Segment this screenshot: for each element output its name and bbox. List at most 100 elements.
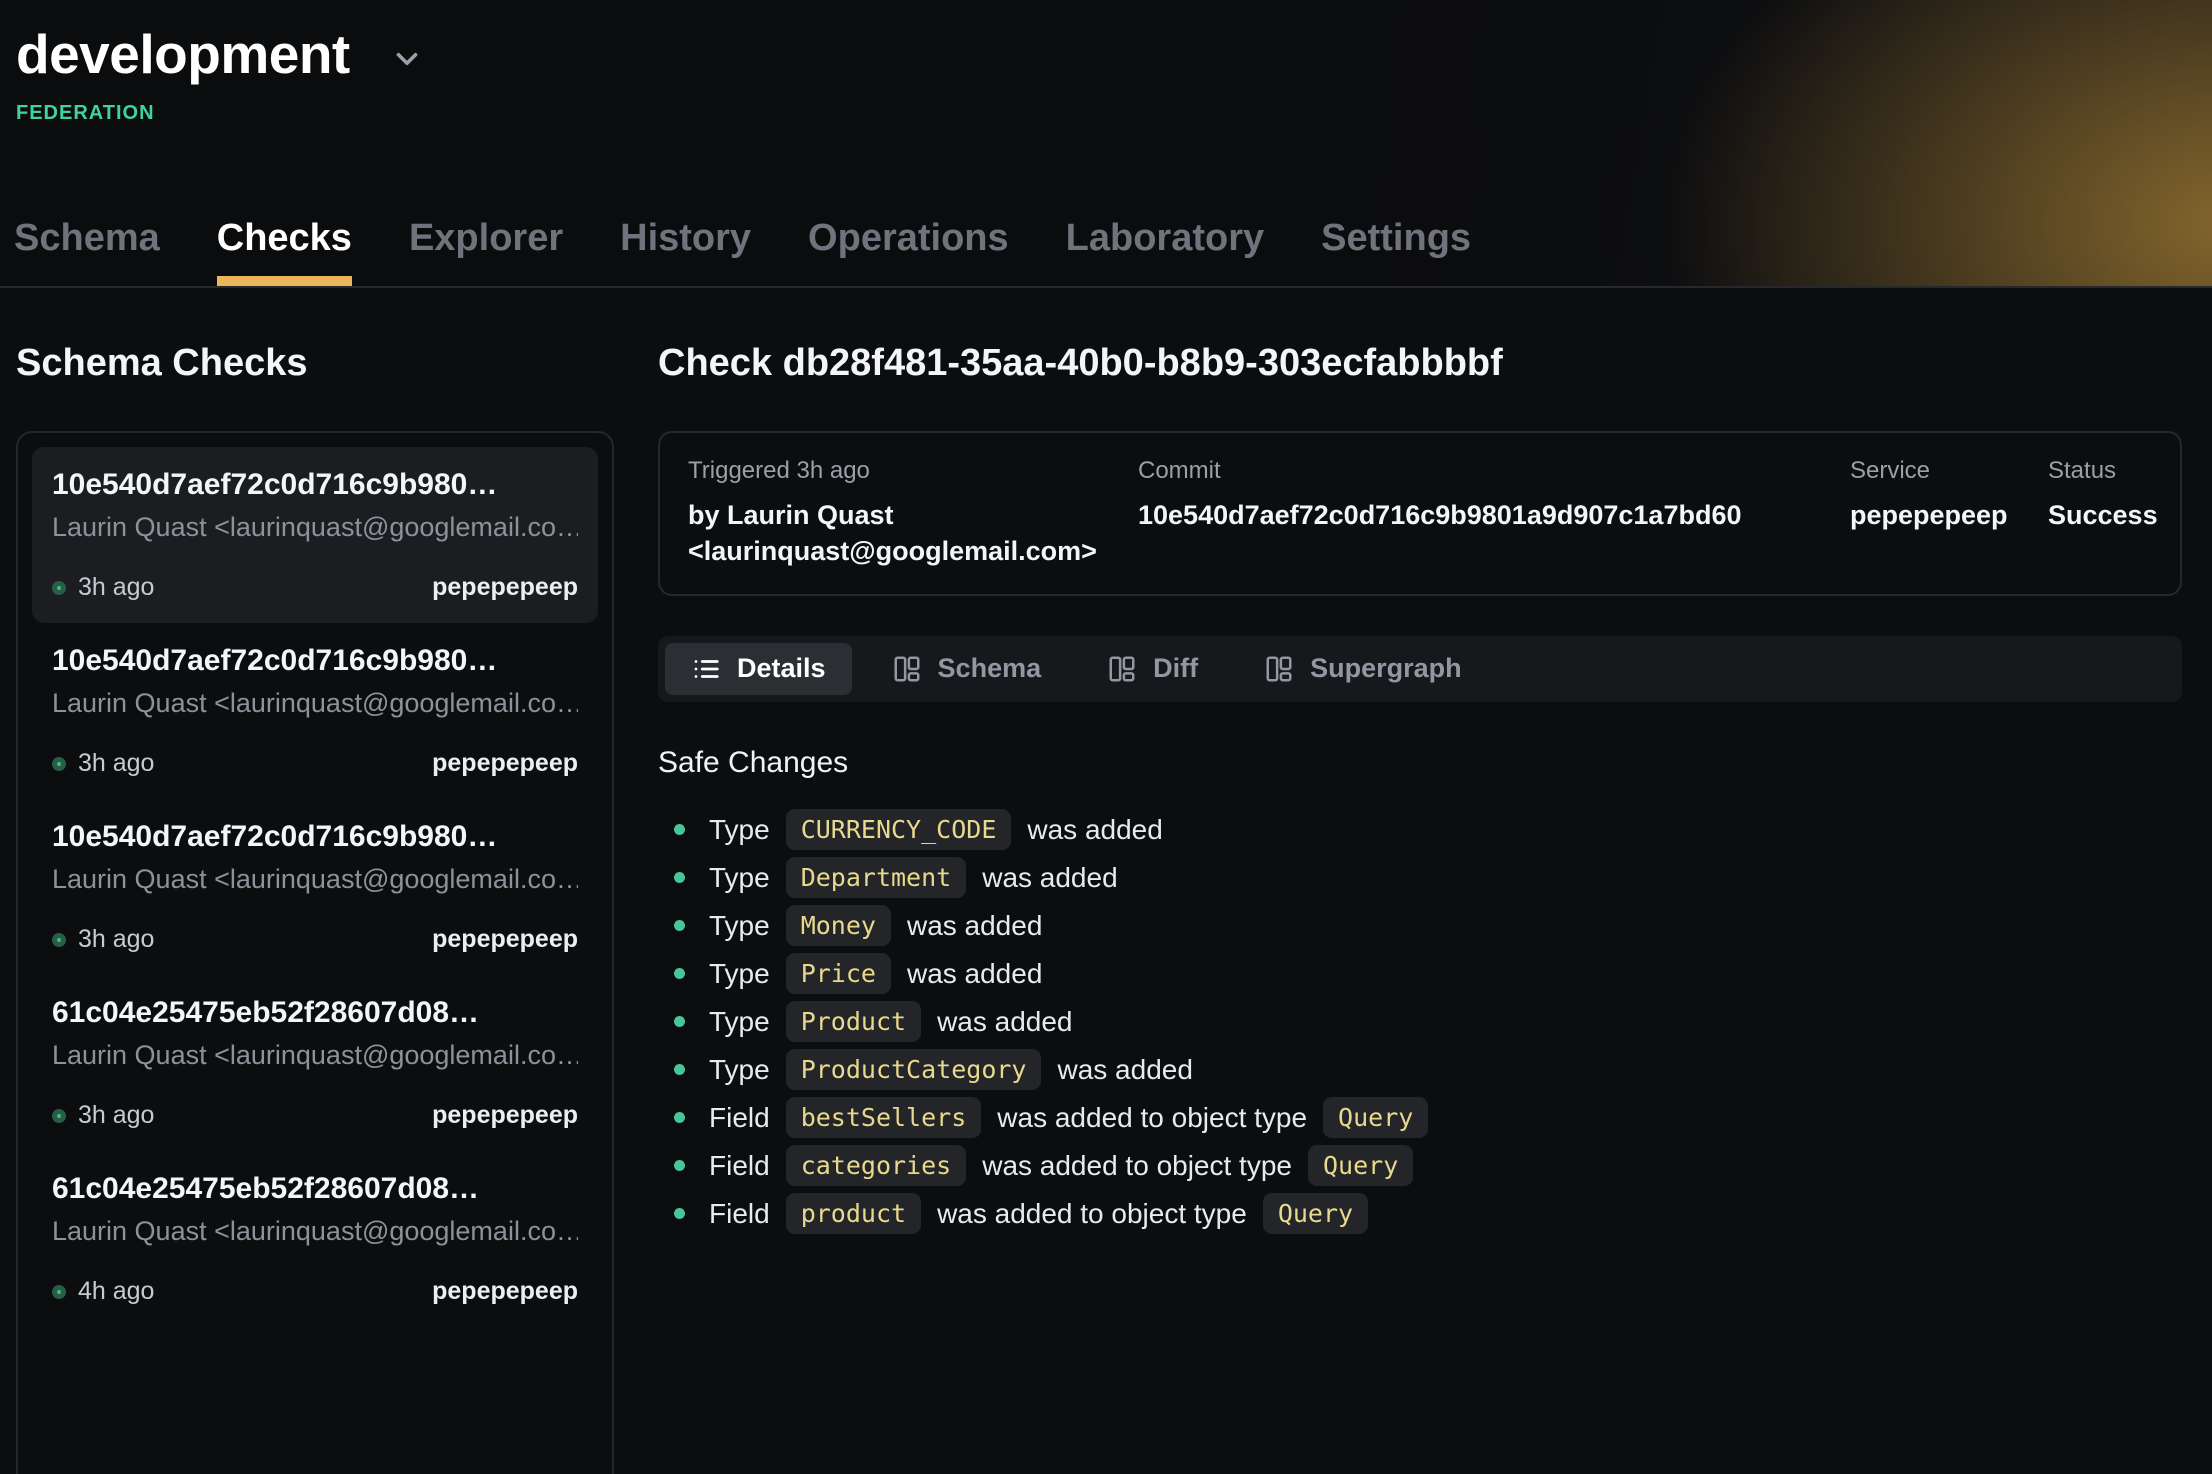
check-meta-row: 3h ago pepepepeep — [52, 1101, 578, 1130]
check-meta-row: 3h ago pepepepeep — [52, 925, 578, 954]
schema-checks-title: Schema Checks — [16, 342, 614, 385]
check-view-tab[interactable]: Supergraph — [1238, 643, 1488, 695]
change-description: was added to object type — [982, 1150, 1292, 1182]
project-tab-label: Explorer — [409, 217, 563, 259]
change-row: Field bestSellers was added to object ty… — [658, 1094, 2182, 1142]
project-tab[interactable]: Checks — [217, 217, 352, 286]
check-service: pepepepeep — [432, 925, 578, 954]
change-row: Type Product was added — [658, 998, 2182, 1046]
schema-checks-list: 10e540d7aef72c0d716c9b980… Laurin Quast … — [16, 431, 614, 1474]
check-view-tab-label: Supergraph — [1310, 653, 1462, 684]
check-view-tab[interactable]: Details — [665, 643, 852, 695]
schema-check-list-item[interactable]: 61c04e25475eb52f28607d08… Laurin Quast <… — [32, 975, 598, 1151]
check-detail-panel: Check db28f481-35aa-40b0-b8b9-303ecfabbb… — [658, 342, 2182, 1474]
check-time: 3h ago — [78, 1101, 154, 1130]
success-dot-icon — [52, 757, 66, 771]
check-meta-box: Triggered 3h ago by Laurin Quast <laurin… — [658, 431, 2182, 596]
check-time: 4h ago — [78, 1277, 154, 1306]
schema-check-list-item[interactable]: 10e540d7aef72c0d716c9b980… Laurin Quast … — [32, 623, 598, 799]
check-time: 3h ago — [78, 573, 154, 602]
change-row: Type Money was added — [658, 902, 2182, 950]
check-service: pepepepeep — [432, 573, 578, 602]
change-code-chip: Money — [786, 905, 891, 946]
change-code-chip: ProductCategory — [786, 1049, 1042, 1090]
schema-checks-panel: Schema Checks 10e540d7aef72c0d716c9b980…… — [16, 342, 614, 1474]
main-content: Schema Checks 10e540d7aef72c0d716c9b980…… — [0, 288, 2212, 1474]
check-author: Laurin Quast <laurinquast@googlemail.co… — [52, 864, 578, 895]
change-row: Field categories was added to object typ… — [658, 1142, 2182, 1190]
check-time: 3h ago — [78, 925, 154, 954]
safe-changes-list: Type CURRENCY_CODE was added Type Depart… — [658, 806, 2182, 1238]
check-id: 61c04e25475eb52f28607d08… — [52, 996, 578, 1030]
bullet-icon — [674, 1016, 685, 1027]
change-code-chip: categories — [786, 1145, 967, 1186]
schema-check-list-item[interactable]: 10e540d7aef72c0d716c9b980… Laurin Quast … — [32, 447, 598, 623]
change-code-chip: Department — [786, 857, 967, 898]
check-view-tab-label: Schema — [938, 653, 1042, 684]
change-row: Type CURRENCY_CODE was added — [658, 806, 2182, 854]
change-row: Type Department was added — [658, 854, 2182, 902]
success-dot-icon — [52, 933, 66, 947]
check-id: 10e540d7aef72c0d716c9b980… — [52, 468, 578, 502]
change-row: Type Price was added — [658, 950, 2182, 998]
meta-service-value: pepepepeep — [1850, 497, 2048, 533]
change-description: was added — [982, 862, 1117, 894]
meta-triggered-label: Triggered 3h ago — [688, 457, 1138, 485]
project-tab[interactable]: Schema — [14, 217, 160, 286]
check-service: pepepepeep — [432, 1277, 578, 1306]
check-view-tabs: Details Schema — [658, 636, 2182, 702]
change-kind: Type — [709, 1054, 770, 1086]
check-view-tab[interactable]: Schema — [866, 643, 1068, 695]
chevron-down-icon[interactable] — [390, 42, 424, 76]
success-dot-icon — [52, 1109, 66, 1123]
bullet-icon — [674, 968, 685, 979]
check-time: 3h ago — [78, 749, 154, 778]
check-service: pepepepeep — [432, 749, 578, 778]
meta-triggered-by: by Laurin Quast — [688, 497, 1138, 533]
check-meta-row: 3h ago pepepepeep — [52, 573, 578, 602]
meta-commit: Commit 10e540d7aef72c0d716c9b9801a9d907c… — [1138, 457, 1850, 570]
check-author: Laurin Quast <laurinquast@googlemail.co… — [52, 688, 578, 719]
meta-status-label: Status — [2048, 457, 2158, 485]
check-meta-row: 3h ago pepepepeep — [52, 749, 578, 778]
schema-check-list-item[interactable]: 10e540d7aef72c0d716c9b980… Laurin Quast … — [32, 799, 598, 975]
schema-check-list-item[interactable]: 61c04e25475eb52f28607d08… Laurin Quast <… — [32, 1151, 598, 1327]
change-code-chip: Price — [786, 953, 891, 994]
change-description: was added to object type — [997, 1102, 1307, 1134]
safe-changes-title: Safe Changes — [658, 746, 2182, 780]
app-header: development FEDERATION Schema Checks Exp… — [0, 0, 2212, 288]
change-target-chip: Query — [1308, 1145, 1413, 1186]
meta-status: Status Success — [2048, 457, 2158, 570]
project-title: development — [16, 22, 350, 86]
change-code-chip: Product — [786, 1001, 921, 1042]
bullet-icon — [674, 1064, 685, 1075]
change-description: was added to object type — [937, 1198, 1247, 1230]
meta-status-value: Success — [2048, 497, 2158, 533]
meta-triggered-email: <laurinquast@googlemail.com> — [688, 533, 1138, 569]
meta-commit-label: Commit — [1138, 457, 1850, 485]
check-id: 10e540d7aef72c0d716c9b980… — [52, 644, 578, 678]
columns-icon — [892, 654, 922, 684]
project-tab[interactable]: Explorer — [409, 217, 563, 286]
check-view-tab[interactable]: Diff — [1081, 643, 1224, 695]
list-icon — [691, 654, 721, 684]
project-tab[interactable]: History — [620, 217, 751, 286]
project-tab-label: History — [620, 217, 751, 259]
change-kind: Type — [709, 1006, 770, 1038]
project-tab[interactable]: Operations — [808, 217, 1009, 286]
columns-icon — [1264, 654, 1294, 684]
columns-icon — [1107, 654, 1137, 684]
change-code-chip: CURRENCY_CODE — [786, 809, 1012, 850]
check-view-tab-label: Diff — [1153, 653, 1198, 684]
bullet-icon — [674, 920, 685, 931]
change-description: was added — [907, 910, 1042, 942]
meta-triggered: Triggered 3h ago by Laurin Quast <laurin… — [688, 457, 1138, 570]
project-tab[interactable]: Laboratory — [1066, 217, 1264, 286]
change-code-chip: bestSellers — [786, 1097, 982, 1138]
project-tab[interactable]: Settings — [1321, 217, 1471, 286]
change-target-chip: Query — [1323, 1097, 1428, 1138]
bullet-icon — [674, 824, 685, 835]
change-code-chip: product — [786, 1193, 921, 1234]
bullet-icon — [674, 1160, 685, 1171]
change-kind: Field — [709, 1198, 770, 1230]
